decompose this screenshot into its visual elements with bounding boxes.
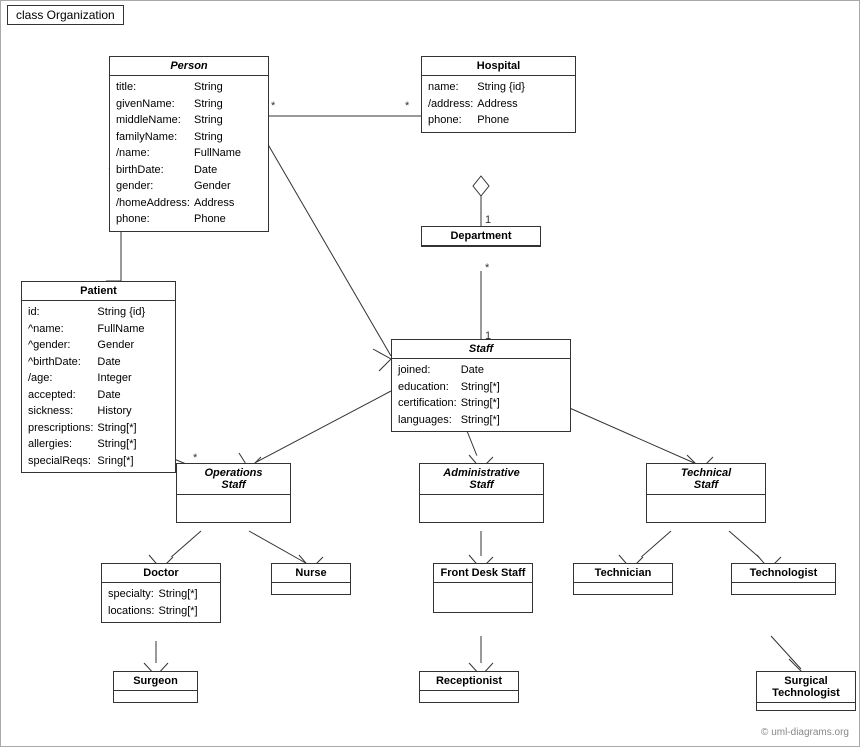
receptionist-title: Receptionist xyxy=(420,672,518,691)
operations-staff-box: OperationsStaff xyxy=(176,463,291,523)
technologist-box: Technologist xyxy=(731,563,836,595)
person-body: title:String givenName:String middleName… xyxy=(110,76,268,231)
department-box: Department xyxy=(421,226,541,247)
surgical-technologist-title: Surgical Technologist xyxy=(757,672,855,703)
doctor-title: Doctor xyxy=(102,564,220,583)
receptionist-box: Receptionist xyxy=(419,671,519,703)
technician-box: Technician xyxy=(573,563,673,595)
nurse-title: Nurse xyxy=(272,564,350,583)
svg-text:1: 1 xyxy=(485,214,491,226)
staff-body: joined:Date education:String[*] certific… xyxy=(392,359,570,431)
administrative-staff-title: AdministrativeStaff xyxy=(420,464,543,495)
doctor-box: Doctor specialty:String[*] locations:Str… xyxy=(101,563,221,623)
svg-text:*: * xyxy=(485,262,490,274)
hospital-title: Hospital xyxy=(422,57,575,76)
front-desk-staff-box: Front Desk Staff xyxy=(433,563,533,613)
staff-box: Staff joined:Date education:String[*] ce… xyxy=(391,339,571,432)
operations-staff-title: OperationsStaff xyxy=(177,464,290,495)
technologist-title: Technologist xyxy=(732,564,835,583)
person-box: Person title:String givenName:String mid… xyxy=(109,56,269,232)
hospital-box: Hospital name:String {id} /address:Addre… xyxy=(421,56,576,133)
nurse-box: Nurse xyxy=(271,563,351,595)
watermark: © uml-diagrams.org xyxy=(761,727,849,738)
svg-text:*: * xyxy=(271,100,276,112)
surgeon-box: Surgeon xyxy=(113,671,198,703)
surgeon-title: Surgeon xyxy=(114,672,197,691)
hospital-body: name:String {id} /address:Address phone:… xyxy=(422,76,575,132)
administrative-staff-box: AdministrativeStaff xyxy=(419,463,544,523)
diagram: class Organization xyxy=(0,0,860,747)
technical-staff-box: TechnicalStaff xyxy=(646,463,766,523)
patient-box: Patient id:String {id} ^name:FullName ^g… xyxy=(21,281,176,473)
technician-title: Technician xyxy=(574,564,672,583)
technical-staff-title: TechnicalStaff xyxy=(647,464,765,495)
front-desk-staff-title: Front Desk Staff xyxy=(434,564,532,583)
department-title: Department xyxy=(422,227,540,246)
person-title: Person xyxy=(110,57,268,76)
surgical-technologist-box: Surgical Technologist xyxy=(756,671,856,711)
staff-title: Staff xyxy=(392,340,570,359)
diagram-title: class Organization xyxy=(7,5,124,25)
patient-title: Patient xyxy=(22,282,175,301)
doctor-body: specialty:String[*] locations:String[*] xyxy=(102,583,220,622)
svg-text:*: * xyxy=(405,100,410,112)
patient-body: id:String {id} ^name:FullName ^gender:Ge… xyxy=(22,301,175,472)
